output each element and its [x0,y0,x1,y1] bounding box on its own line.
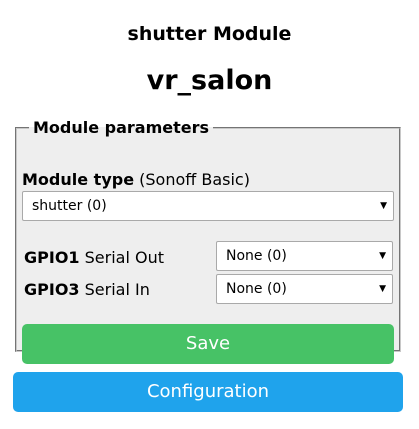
chevron-down-icon: ▼ [380,201,387,211]
module-type-label: Module type (Sonoff Basic) [22,170,250,190]
gpio3-function: Serial In [84,280,150,299]
gpio3-select-value: None (0) [226,281,287,297]
gpio3-pin: GPIO3 [24,280,80,299]
gpio1-select[interactable]: None (0) ▼ [216,241,393,271]
gpio3-label: GPIO3 Serial In [24,280,150,300]
configuration-button[interactable]: Configuration [13,372,403,412]
module-type-select[interactable]: shutter (0) ▼ [22,191,394,221]
module-parameters-legend: Module parameters [33,118,210,137]
module-type-select-value: shutter (0) [32,198,107,214]
gpio1-label: GPIO1 Serial Out [24,248,164,268]
gpio3-select[interactable]: None (0) ▼ [216,274,393,304]
save-button[interactable]: Save [22,324,394,364]
module-type-hint: (Sonoff Basic) [139,170,250,189]
chevron-down-icon: ▼ [379,251,386,261]
module-title: shutter Module [127,23,292,45]
chevron-down-icon: ▼ [379,284,386,294]
module-parameters-fieldset: Module parameters Module type (Sonoff Ba… [15,118,401,364]
module-type-label-text: Module type [22,170,135,189]
gpio1-pin: GPIO1 [24,248,80,267]
gpio1-select-value: None (0) [226,248,287,264]
gpio1-function: Serial Out [84,248,165,267]
device-name: vr_salon [146,65,273,96]
